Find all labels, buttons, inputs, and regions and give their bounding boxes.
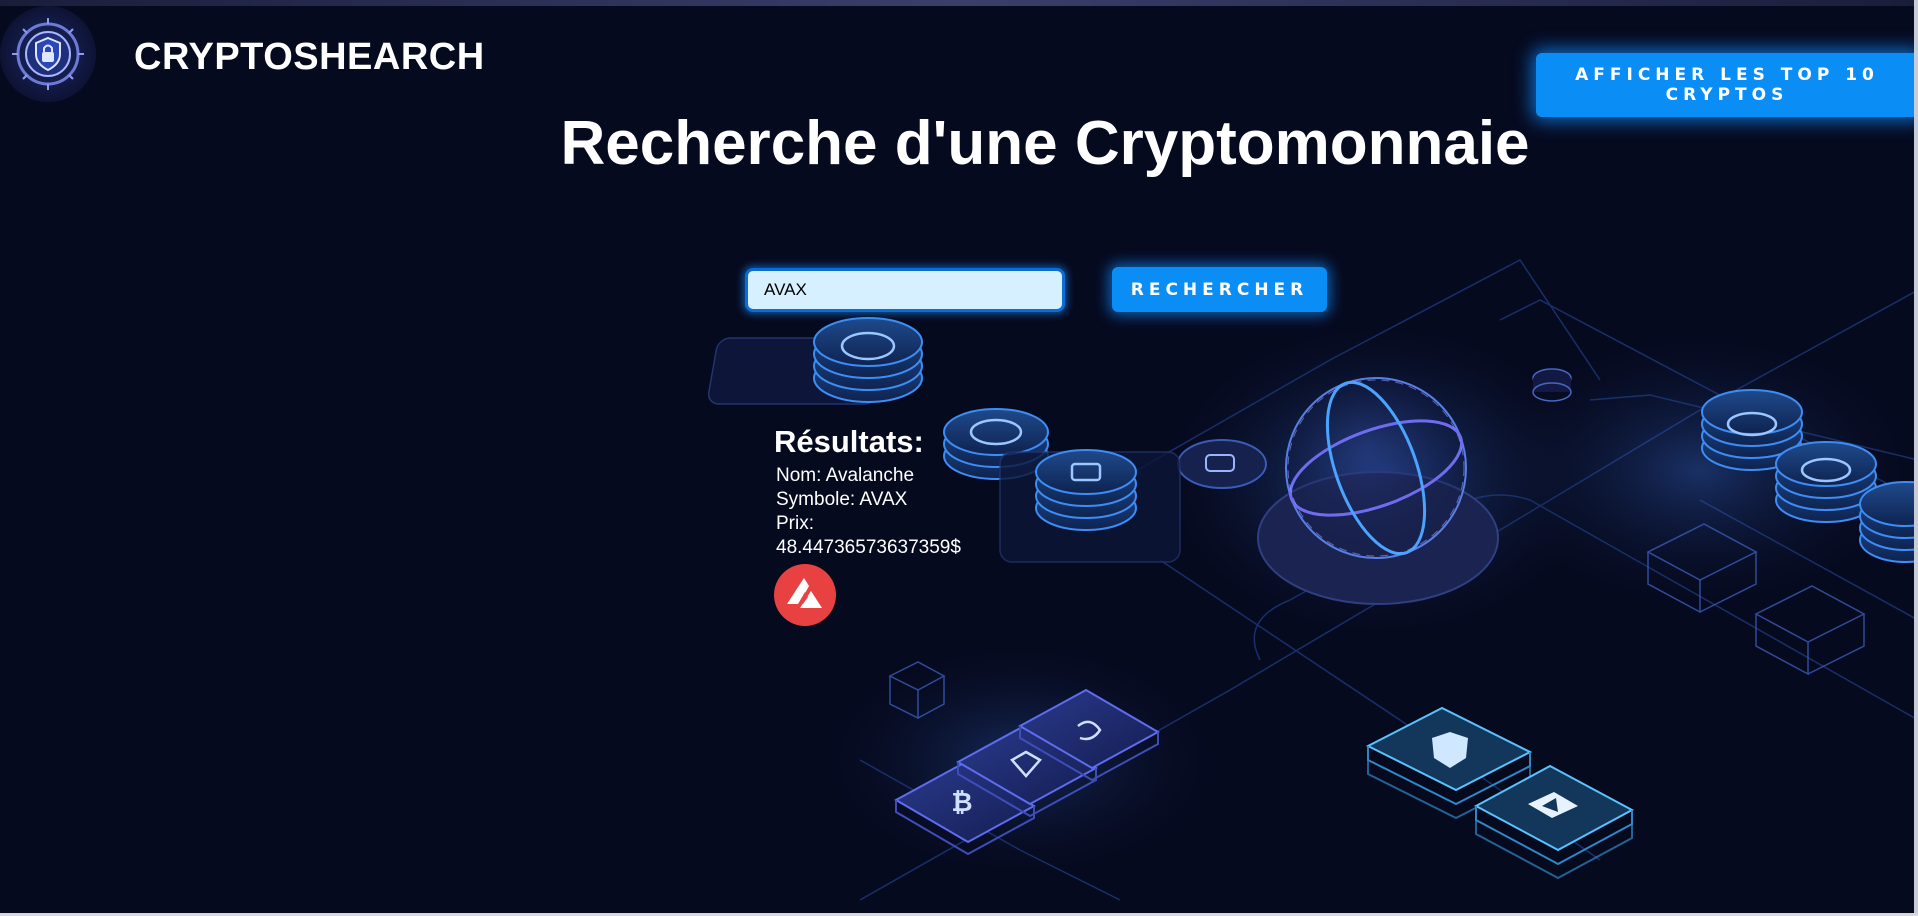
avalanche-logo-icon [774, 564, 836, 626]
results-panel: Résultats: Nom: Avalanche Symbole: AVAX … [774, 424, 986, 626]
brand-name: CRYPTOSHEARCH [134, 36, 485, 78]
result-symbol: Symbole: AVAX [776, 489, 908, 510]
scrollbar[interactable] [1914, 0, 1918, 916]
shield-lock-icon [12, 18, 84, 90]
search-input[interactable] [745, 268, 1065, 312]
search-button[interactable]: RECHERCHER [1112, 267, 1327, 312]
result-name: Nom: Avalanche [776, 465, 915, 486]
site-logo[interactable] [0, 6, 96, 102]
result-price-label: Prix: [776, 513, 814, 534]
result-price-value: 48.44736573637359$ [776, 537, 961, 558]
results-heading: Résultats: [774, 424, 924, 459]
svg-text:₿: ₿ [951, 788, 972, 818]
page-title: Recherche d'une Cryptomonnaie [560, 109, 1530, 178]
